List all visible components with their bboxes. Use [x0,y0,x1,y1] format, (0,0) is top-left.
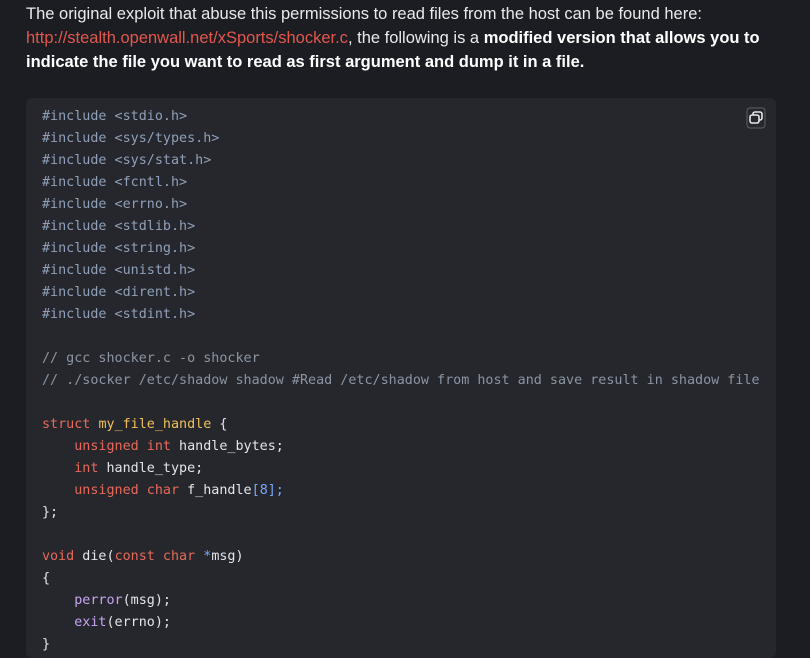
code-line: #include <sys/types.h> [42,131,220,146]
code-line: #include <stdlib.h> [42,219,196,234]
code-punct: { [211,417,228,432]
code-line: unsigned int handle_bytes; [42,436,762,458]
code-line: { [42,571,51,586]
code-identifier: die( [74,549,115,564]
code-line: #include <errno.h> [42,197,188,212]
code-punct: ]; [267,483,284,498]
code-keyword: const char [114,549,196,564]
code-function: exit [74,615,107,630]
code-line: }; [42,505,59,520]
code-type: unsigned int [74,439,171,454]
code-line: #include <dirent.h> [42,285,196,300]
code-identifier: msg) [211,549,244,564]
code-identifier: (msg); [122,593,171,608]
code-line: struct my_file_handle { [42,414,762,436]
code-identifier: f_handle [179,483,252,498]
code-number: 8 [259,483,268,498]
code-identifier: handle_type; [98,461,204,476]
code-line: #include <string.h> [42,241,196,256]
code-block: #include <stdio.h> #include <sys/types.h>… [26,98,776,658]
code-line: #include <stdint.h> [42,307,196,322]
code-line: int handle_type; [42,458,762,480]
code-identifier: handle_bytes; [171,439,284,454]
code-type-name: my_file_handle [98,417,212,432]
code-line: unsigned char f_handle[8]; [42,480,762,502]
code-identifier: (errno); [106,615,172,630]
code-line: #include <sys/stat.h> [42,153,212,168]
code-type: int [74,461,99,476]
code-keyword: struct [42,417,91,432]
intro-text-2: , the following is a [347,29,484,47]
code-line: #include <unistd.h> [42,263,196,278]
code-line: void die(const char *msg) [42,546,762,568]
code-line: #include <stdio.h> [42,109,188,124]
code-line: perror(msg); [42,590,762,612]
code-function: perror [74,593,123,608]
code-keyword: void [42,549,75,564]
code-line: exit(errno); [42,612,762,634]
code-line: #include <fcntl.h> [42,175,188,190]
code-type: unsigned char [74,483,180,498]
code-comment: // ./socker /etc/shadow shadow #Read /et… [42,373,760,388]
code-content: #include <stdio.h> #include <sys/types.h>… [42,106,762,656]
code-comment: // gcc shocker.c -o shocker [42,351,260,366]
exploit-link[interactable]: http://stealth.openwall.net/xSports/shoc… [26,29,348,47]
intro-text: The original exploit that abuse this per… [26,5,702,23]
code-line: } [42,637,51,652]
code-operator: * [195,549,212,564]
code-punct: [ [251,483,260,498]
intro-paragraph: The original exploit that abuse this per… [26,2,786,74]
